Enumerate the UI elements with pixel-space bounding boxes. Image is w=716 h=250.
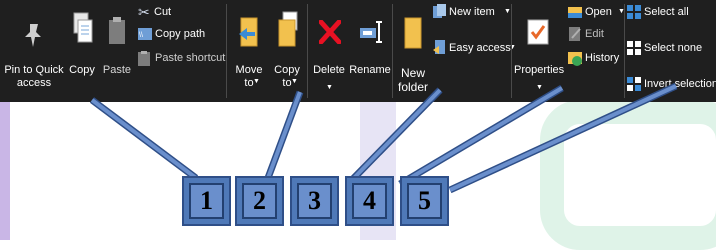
callout-5: 5 <box>400 176 449 226</box>
callout-number: 3 <box>297 183 332 219</box>
callout-2: 2 <box>235 176 284 226</box>
callout-number: 5 <box>407 183 442 219</box>
callout-4: 4 <box>345 176 394 226</box>
callout-1: 1 <box>182 176 231 226</box>
callout-number: 4 <box>352 183 387 219</box>
leader-line-1 <box>89 97 199 181</box>
callout-number: 2 <box>242 183 277 219</box>
leader-line-2 <box>264 90 304 180</box>
callout-number: 1 <box>189 183 224 219</box>
callout-3: 3 <box>290 176 339 226</box>
